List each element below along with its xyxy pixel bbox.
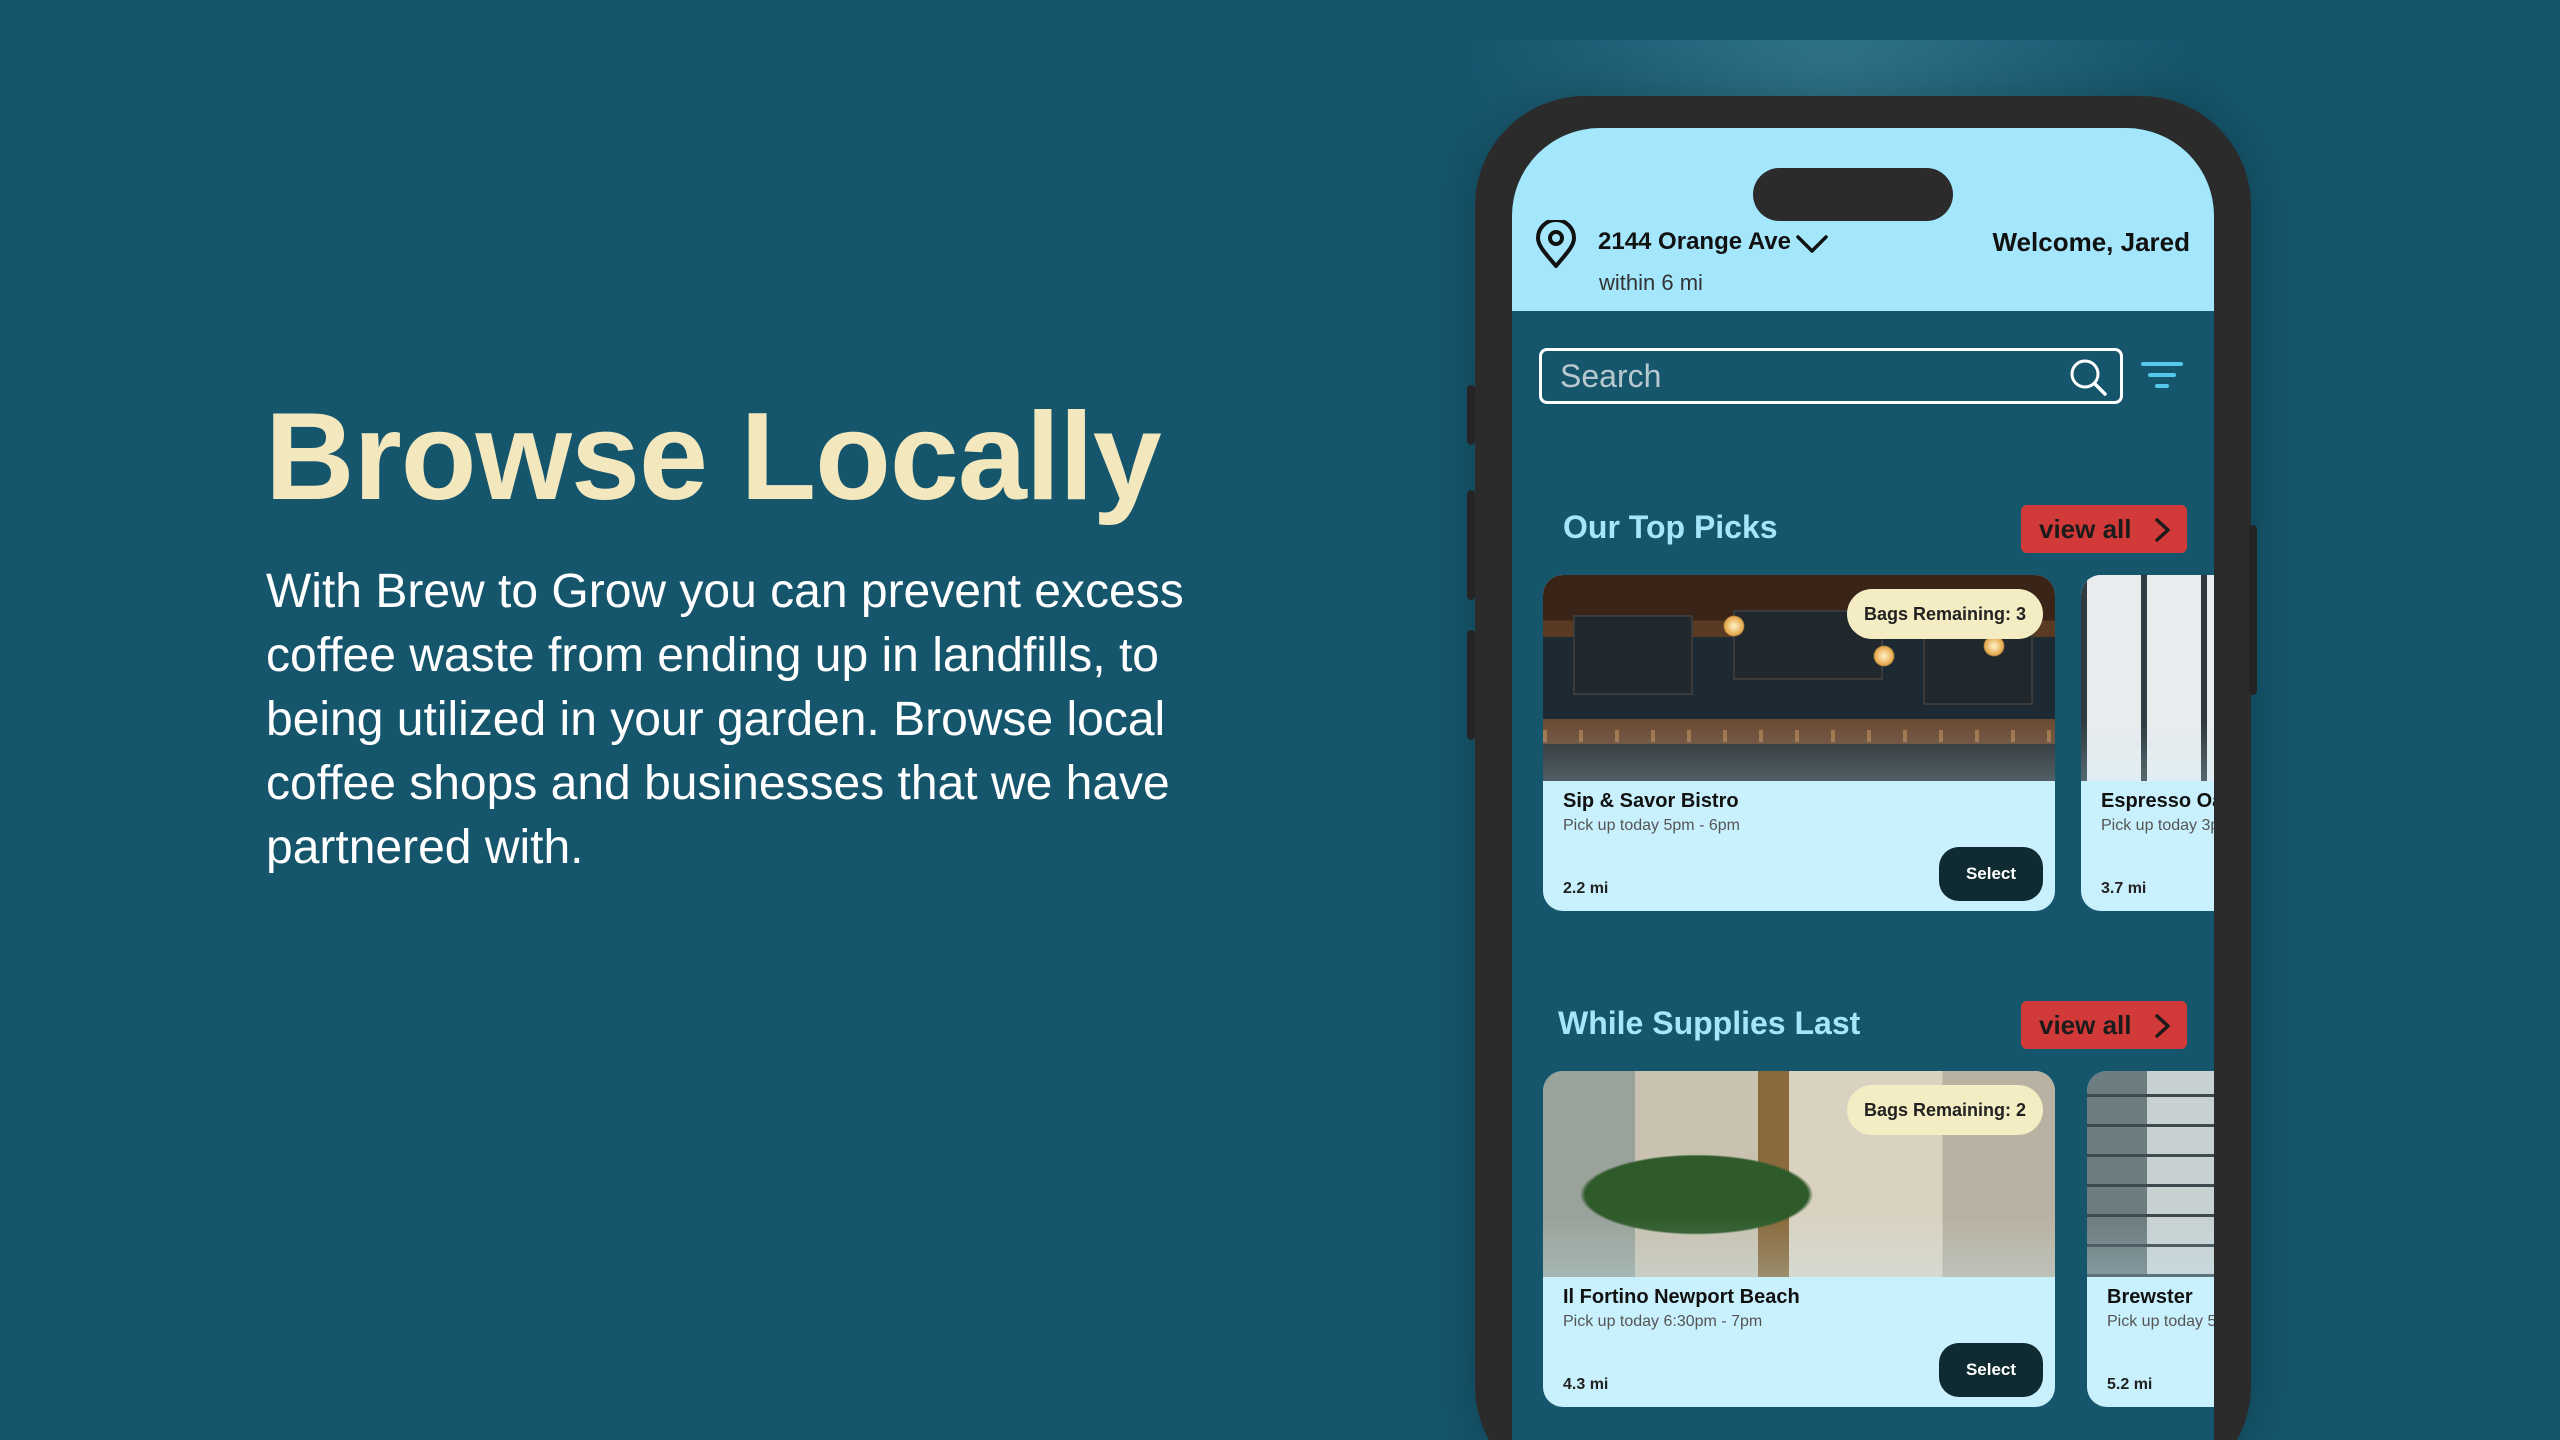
bags-remaining-badge: Bags Remaining: 2 xyxy=(1846,1085,2043,1135)
location-pin-icon[interactable] xyxy=(1532,220,1580,270)
pickup-time: Pick up today 5pm - 6pm xyxy=(1563,817,1740,834)
phone-volume-up xyxy=(1467,490,1475,600)
shop-card-sip-savor[interactable]: Bags Remaining: 3 Sip & Savor Bistro Pic… xyxy=(1543,575,2055,911)
shop-photo xyxy=(2087,1071,2214,1277)
pickup-time: Pick up today 6:30pm - 7pm xyxy=(1563,1313,1763,1330)
search-radius: within 6 mi xyxy=(1599,270,1703,295)
shop-distance: 3.7 mi xyxy=(2101,880,2147,897)
shop-name: Espresso Oas xyxy=(2101,790,2214,812)
arrow-right-icon xyxy=(2155,518,2170,542)
phone-volume-down xyxy=(1467,630,1475,740)
bags-remaining-badge: Bags Remaining: 3 xyxy=(1846,589,2043,639)
shop-distance: 5.2 mi xyxy=(2107,1376,2153,1393)
phone-power-button xyxy=(2249,525,2257,695)
shop-card-il-fortino[interactable]: Bags Remaining: 2 Il Fortino Newport Bea… xyxy=(1543,1071,2055,1407)
hero-description: With Brew to Grow you can prevent excess… xyxy=(266,565,1184,874)
shop-name: Brewster xyxy=(2107,1286,2193,1308)
view-all-label: view all xyxy=(2039,1009,2132,1040)
current-address[interactable]: 2144 Orange Ave xyxy=(1598,228,1791,256)
select-button[interactable]: Select xyxy=(1939,1343,2043,1397)
shop-card-brewster[interactable]: Brewster Pick up today 5 5.2 mi xyxy=(2087,1071,2214,1407)
shop-name: Il Fortino Newport Beach xyxy=(1563,1286,1800,1308)
shop-distance: 2.2 mi xyxy=(1563,880,1609,897)
shop-photo xyxy=(2081,575,2214,781)
arrow-right-icon xyxy=(2155,1014,2170,1038)
hero-title: Browse Locally xyxy=(265,388,1162,526)
pickup-time: Pick up today 3p xyxy=(2101,817,2214,834)
welcome-message: Welcome, Jared xyxy=(1992,227,2190,257)
dynamic-island xyxy=(1753,168,1953,221)
select-button[interactable]: Select xyxy=(1939,847,2043,901)
search-icon[interactable] xyxy=(2068,357,2108,397)
section-title-top-picks: Our Top Picks xyxy=(1563,509,1778,545)
chevron-down-icon[interactable] xyxy=(1794,232,1830,256)
shop-card-espresso-oasis[interactable]: Espresso Oas Pick up today 3p 3.7 mi xyxy=(2081,575,2214,911)
app-screen: 2144 Orange Ave within 6 mi Welcome, Jar… xyxy=(1512,128,2214,1440)
shop-name: Sip & Savor Bistro xyxy=(1563,790,1739,812)
filter-icon[interactable] xyxy=(2140,358,2184,394)
view-all-supplies-button[interactable]: view all xyxy=(2021,1001,2187,1049)
view-all-top-picks-button[interactable]: view all xyxy=(2021,505,2187,553)
section-title-while-supplies-last: While Supplies Last xyxy=(1558,1005,1861,1041)
view-all-label: view all xyxy=(2039,513,2132,544)
pickup-time: Pick up today 5 xyxy=(2107,1313,2214,1330)
search-bar[interactable] xyxy=(1539,348,2123,404)
search-input[interactable] xyxy=(1560,357,2060,395)
shop-distance: 4.3 mi xyxy=(1563,1376,1609,1393)
phone-silent-switch xyxy=(1467,385,1475,445)
